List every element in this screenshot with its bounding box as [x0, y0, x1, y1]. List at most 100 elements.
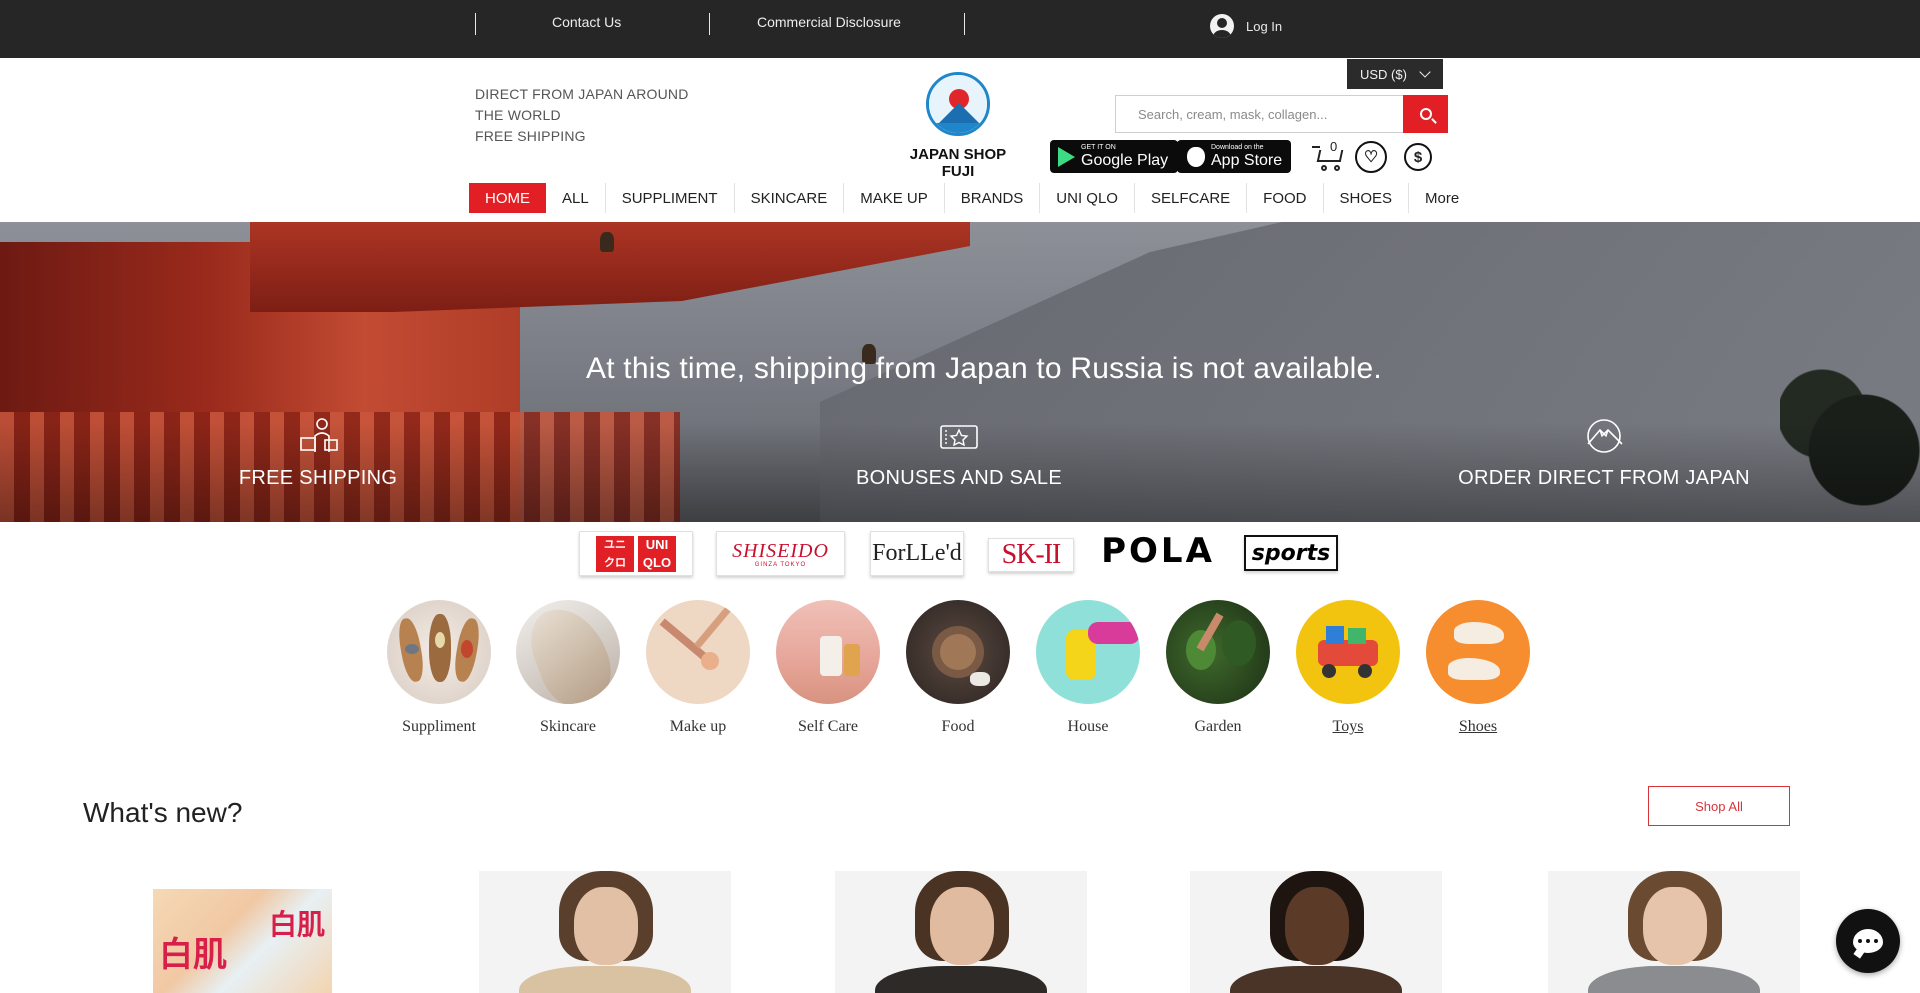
brand-forlled-logo[interactable]: ForLLe'd: [870, 531, 964, 576]
wishlist-heart-icon[interactable]: ♡: [1355, 141, 1387, 173]
category-image: [516, 600, 620, 704]
divider: [475, 13, 476, 35]
delivery-person-icon: [300, 418, 338, 452]
category-food[interactable]: Food: [906, 600, 1010, 736]
feature-label: ORDER DIRECT FROM JAPAN: [1458, 467, 1750, 489]
category-suppliment[interactable]: Suppliment: [387, 600, 491, 736]
nav-item-uni-qlo[interactable]: UNI QLO: [1039, 183, 1134, 213]
brand-sports-logo[interactable]: sports: [1244, 535, 1338, 571]
search-box: [1115, 95, 1404, 133]
google-play-badge[interactable]: GET IT ON Google Play: [1050, 140, 1178, 173]
google-play-small-text: GET IT ON: [1081, 144, 1116, 151]
nav-item-selfcare[interactable]: SELFCARE: [1133, 183, 1246, 213]
category-image: [1166, 600, 1270, 704]
uniqlo-jp-2: クロ: [604, 555, 626, 569]
category-house[interactable]: House: [1036, 600, 1140, 736]
product-card-2[interactable]: [479, 871, 731, 993]
tagline-line: DIRECT FROM JAPAN AROUND: [475, 86, 689, 102]
divider: [709, 13, 710, 35]
app-store-big-text: App Store: [1211, 152, 1283, 169]
nav-item-shoes[interactable]: SHOES: [1322, 183, 1409, 213]
category-image: [1296, 600, 1400, 704]
commercial-disclosure-link[interactable]: Commercial Disclosure: [757, 14, 901, 30]
category-image: [387, 600, 491, 704]
divider: [964, 13, 965, 35]
nav-item-brands[interactable]: BRANDS: [943, 183, 1040, 213]
user-icon: [1210, 14, 1234, 38]
chevron-down-icon: [1419, 66, 1431, 78]
search-button[interactable]: [1403, 95, 1448, 133]
product-card-1[interactable]: 白肌 白肌: [153, 889, 332, 993]
uniqlo-text-1: UNI: [645, 536, 669, 552]
forlled-wordmark: ForLLe'd: [872, 540, 962, 566]
category-label: House: [1067, 718, 1109, 735]
brand-shiseido-logo[interactable]: SHISEIDO GINZA TOKYO: [716, 531, 845, 576]
category-image: [1036, 600, 1140, 704]
apple-icon: [1187, 146, 1205, 167]
uniqlo-text-2: QLO: [642, 554, 672, 570]
category-self-care[interactable]: Self Care: [776, 600, 880, 736]
currency-selector[interactable]: USD ($): [1347, 59, 1443, 89]
fuji-mountain-icon: [1587, 419, 1623, 453]
shiseido-wordmark: SHISEIDO: [732, 539, 829, 562]
login-label: Log In: [1246, 18, 1283, 34]
top-bar: Contact Us Commercial Disclosure Log In: [0, 0, 1920, 58]
brand-pola-logo[interactable]: POLA: [1097, 530, 1219, 572]
sports-wordmark: sports: [1251, 540, 1331, 566]
feature-label: BONUSES AND SALE: [856, 467, 1062, 489]
currency-value: USD ($): [1360, 66, 1407, 82]
category-garden[interactable]: Garden: [1166, 600, 1270, 736]
tagline-line: THE WORLD: [475, 107, 561, 123]
nav-item-more[interactable]: More: [1408, 183, 1475, 213]
chat-button[interactable]: [1836, 909, 1900, 973]
search-input[interactable]: [1116, 96, 1403, 132]
shipping-notice: At this time, shipping from Japan to Rus…: [586, 352, 1382, 385]
nav-item-food[interactable]: FOOD: [1246, 183, 1322, 213]
store-name[interactable]: JAPAN SHOP FUJI: [893, 146, 1023, 180]
category-shoes[interactable]: Shoes: [1426, 600, 1530, 736]
product-card-5[interactable]: [1548, 871, 1800, 993]
product-card-4[interactable]: [1190, 871, 1442, 993]
nav-item-all[interactable]: ALL: [546, 183, 605, 213]
nav-item-home[interactable]: HOME: [469, 183, 546, 213]
nav-item-suppliment[interactable]: SUPPLIMENT: [604, 183, 734, 213]
cart-button[interactable]: 0: [1312, 139, 1348, 172]
skii-wordmark: SK-II: [1001, 539, 1062, 570]
shiseido-subtitle: GINZA TOKYO: [754, 561, 807, 568]
ticket-star-icon: [940, 425, 978, 449]
category-label: Suppliment: [402, 718, 476, 735]
feature-free-shipping: FREE SHIPPING: [118, 418, 518, 490]
shop-all-button[interactable]: Shop All: [1648, 786, 1790, 826]
login-button[interactable]: Log In: [1210, 13, 1282, 39]
category-label: Skincare: [540, 718, 596, 735]
search-icon: [1419, 108, 1432, 120]
main-navigation: HOME ALL SUPPLIMENT SKINCARE MAKE UP BRANDS UN…: [469, 183, 1475, 213]
product-card-3[interactable]: [835, 871, 1087, 993]
category-label: Make up: [669, 718, 727, 735]
store-logo-icon[interactable]: [926, 72, 990, 136]
app-store-badge[interactable]: Download on the App Store: [1177, 140, 1291, 173]
category-label: Self Care: [798, 718, 858, 735]
app-store-small-text: Download on the: [1211, 144, 1264, 151]
category-image: [1426, 600, 1530, 704]
nav-item-make-up[interactable]: MAKE UP: [843, 183, 944, 213]
category-toys[interactable]: Toys: [1296, 600, 1400, 736]
brand-skii-logo[interactable]: SK-II: [988, 538, 1074, 572]
category-skincare[interactable]: Skincare: [516, 600, 620, 736]
brand-uniqlo-logo[interactable]: ユニ クロ UNI QLO: [579, 531, 693, 576]
tagline-line: FREE SHIPPING: [475, 128, 586, 144]
nav-item-skincare[interactable]: SKINCARE: [733, 183, 844, 213]
feature-label: FREE SHIPPING: [238, 467, 398, 489]
dollar-coin-icon[interactable]: $: [1404, 143, 1432, 171]
cart-count: 0: [1330, 139, 1338, 154]
product-package-text: 白肌: [159, 935, 227, 975]
feature-bonuses: BONUSES AND SALE: [759, 418, 1159, 490]
store-tagline: DIRECT FROM JAPAN AROUND THE WORLD FREE …: [475, 84, 689, 147]
category-label: Shoes: [1458, 718, 1498, 735]
product-package-text: 白肌: [269, 908, 326, 941]
category-label: Food: [941, 718, 975, 735]
chat-bubble-icon: [1853, 929, 1883, 953]
contact-us-link[interactable]: Contact Us: [552, 14, 621, 30]
category-makeup[interactable]: Make up: [646, 600, 750, 736]
category-image: [906, 600, 1010, 704]
